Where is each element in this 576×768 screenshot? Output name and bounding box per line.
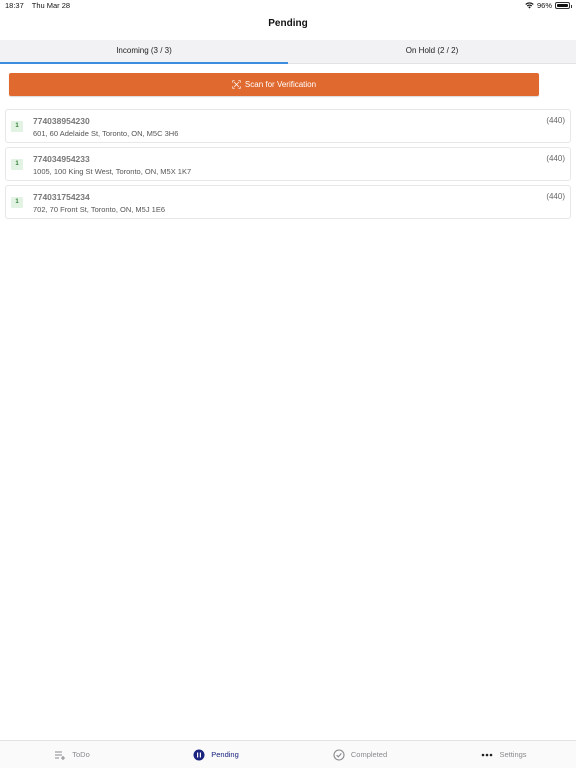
tabbar-label-pending: Pending	[211, 750, 239, 759]
scan-button-label: Scan for Verification	[244, 80, 317, 89]
item-code: (440)	[546, 154, 565, 163]
delivery-address: 601, 60 Adelaide St, Toronto, ON, M5C 3H…	[33, 129, 179, 138]
battery-icon	[555, 2, 572, 9]
tab-incoming[interactable]: Incoming (3 / 3)	[0, 40, 288, 64]
status-time: 18:37	[5, 1, 24, 10]
list-item[interactable]: 1 774038954230 601, 60 Adelaide St, Toro…	[5, 109, 571, 143]
list-item[interactable]: 1 774031754234 702, 70 Front St, Toronto…	[5, 185, 571, 219]
tabbar-item-pending[interactable]: Pending	[144, 741, 288, 768]
battery-percent: 96%	[536, 1, 552, 10]
tracking-number: 774034954233	[33, 154, 90, 164]
tabbar-item-todo[interactable]: ToDo	[0, 741, 144, 768]
tracking-number: 774038954230	[33, 116, 90, 126]
delivery-address: 702, 70 Front St, Toronto, ON, M5J 1E6	[33, 205, 166, 214]
status-bar: 18:37 Thu Mar 28 96%	[0, 0, 576, 12]
quantity-badge: 1	[11, 197, 23, 208]
tabbar-label-completed: Completed	[350, 750, 388, 759]
item-code: (440)	[546, 192, 565, 201]
segment-tabs: Incoming (3 / 3) On Hold (2 / 2)	[0, 40, 576, 64]
item-code: (440)	[546, 116, 565, 125]
tracking-number: 774031754234	[33, 192, 90, 202]
tabbar-label-settings: Settings	[499, 750, 527, 759]
tabbar-item-completed[interactable]: Completed	[288, 741, 432, 768]
status-date: Thu Mar 28	[31, 1, 71, 10]
pending-screen: 18:37 Thu Mar 28 96% Pending Incoming (3…	[0, 0, 576, 768]
tab-on-hold[interactable]: On Hold (2 / 2)	[288, 40, 576, 63]
scan-for-verification-button[interactable]: Scan for Verification	[9, 73, 539, 96]
more-dots-icon	[482, 753, 493, 756]
tabbar-item-settings[interactable]: Settings	[432, 741, 576, 768]
list-add-icon	[55, 750, 66, 760]
page-title: Pending	[268, 18, 308, 29]
incoming-list: 1 774038954230 601, 60 Adelaide St, Toro…	[5, 109, 571, 223]
wifi-icon	[525, 2, 534, 9]
delivery-address: 1005, 100 King St West, Toronto, ON, M5X…	[33, 167, 192, 176]
pause-circle-icon	[193, 749, 205, 760]
list-item[interactable]: 1 774034954233 1005, 100 King St West, T…	[5, 147, 571, 181]
quantity-badge: 1	[11, 121, 23, 132]
battery-fill	[557, 4, 568, 7]
tabbar-label-todo: ToDo	[72, 750, 90, 759]
barcode-scan-icon	[232, 80, 241, 89]
quantity-badge: 1	[11, 159, 23, 170]
bottom-tab-bar: ToDo Pending Completed Settings	[0, 740, 576, 768]
check-circle-icon	[333, 748, 345, 761]
